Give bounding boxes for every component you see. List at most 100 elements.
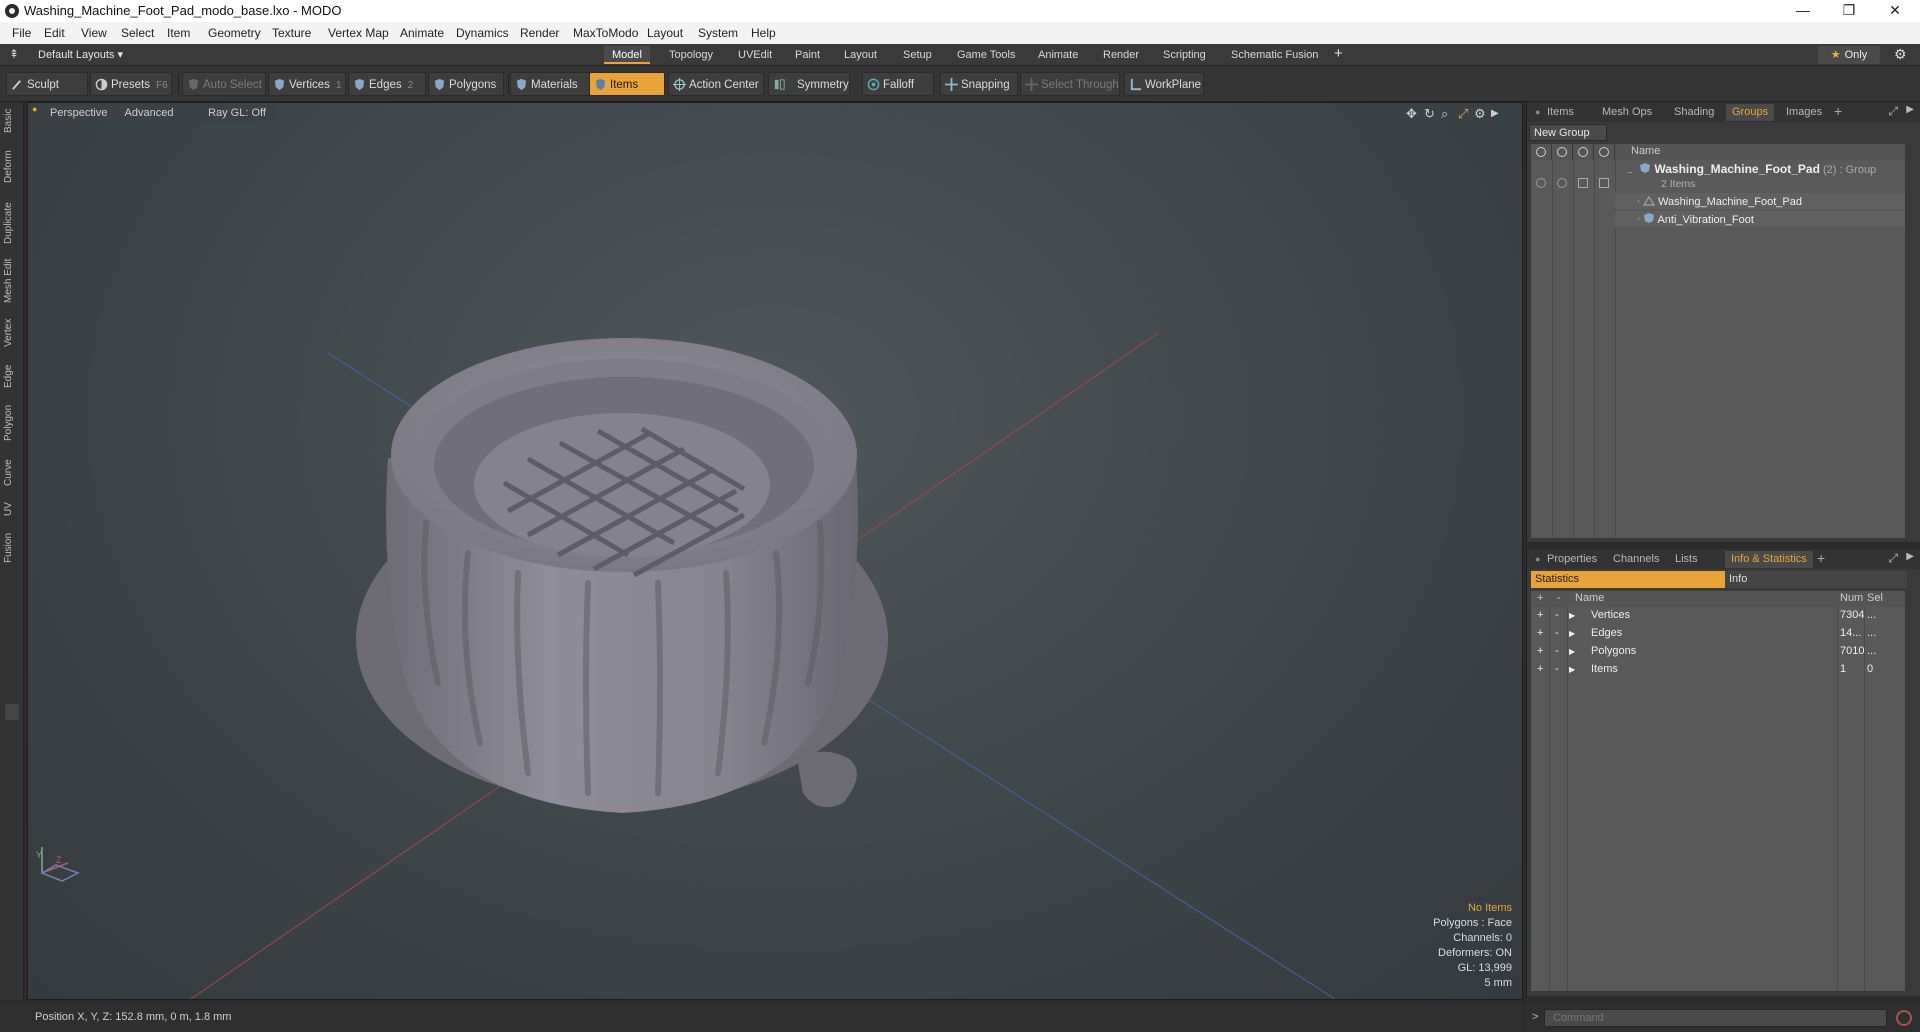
perspective-dropdown[interactable]: Perspective	[40, 105, 118, 121]
expand-arrow-icon[interactable]: ▶	[1569, 665, 1575, 674]
tab-render[interactable]: Render	[1095, 46, 1147, 64]
group-render-toggle[interactable]	[1557, 178, 1567, 188]
tab-game-tools[interactable]: Game Tools	[949, 46, 1024, 64]
panel-expand-icon[interactable]: ⤢	[1888, 104, 1898, 119]
table-row[interactable]: + - ▶ Vertices 7304 ...	[1531, 607, 1905, 625]
vtab-mesh-edit[interactable]: Mesh Edit	[3, 256, 21, 306]
items-button[interactable]: Items	[589, 72, 665, 96]
select-column-header[interactable]	[1594, 144, 1615, 160]
group-select-checkbox[interactable]	[1599, 178, 1609, 188]
table-row[interactable]: + - ▶ Polygons 7010 ...	[1531, 643, 1905, 661]
expand-arrow-icon[interactable]: ▶	[1569, 629, 1575, 638]
advanced-dropdown[interactable]: Advanced	[108, 105, 190, 121]
name-column-header[interactable]: Name	[1631, 145, 1660, 157]
fit-view-icon[interactable]: ⤢	[1458, 106, 1468, 122]
add-icon[interactable]: +	[1537, 645, 1543, 657]
menu-item[interactable]: Item	[167, 26, 190, 40]
vtab-duplicate[interactable]: Duplicate	[3, 198, 21, 248]
zoom-view-icon[interactable]: ⌕	[1441, 106, 1448, 122]
panel-arrow-icon[interactable]: ▶	[1906, 551, 1914, 562]
presets-button[interactable]: Presets F6	[90, 72, 172, 96]
tab-paint[interactable]: Paint	[787, 46, 828, 64]
expand-arrow-icon[interactable]: ▶	[1569, 611, 1575, 620]
menu-render[interactable]: Render	[520, 26, 559, 40]
menu-texture[interactable]: Texture	[272, 26, 311, 40]
tab-setup[interactable]: Setup	[895, 46, 940, 64]
gear-icon[interactable]: ⚙	[1894, 46, 1907, 63]
remove-icon[interactable]: -	[1555, 645, 1559, 657]
num-column-header[interactable]: Num	[1840, 592, 1863, 604]
tab-scripting[interactable]: Scripting	[1155, 46, 1214, 64]
menu-layout[interactable]: Layout	[647, 26, 683, 40]
viewport-menu-icon[interactable]: ●	[32, 104, 37, 114]
maximize-button[interactable]: ❐	[1826, 0, 1872, 22]
list-item[interactable]: ⸱ Anti_Vibration_Foot	[1637, 212, 1754, 227]
raygl-dropdown[interactable]: Ray GL: Off	[196, 105, 278, 121]
remove-icon[interactable]: -	[1555, 663, 1559, 675]
menu-maxtomodo[interactable]: MaxToModo	[573, 26, 638, 40]
command-history-icon[interactable]	[1896, 1010, 1912, 1026]
sculpt-button[interactable]: Sculpt	[6, 72, 88, 96]
materials-button[interactable]: Materials	[510, 72, 590, 96]
symmetry-button[interactable]: Symmetry	[768, 72, 850, 96]
menu-file[interactable]: File	[12, 26, 31, 40]
vtab-vertex[interactable]: Vertex	[3, 314, 21, 352]
lock-column-header[interactable]	[1573, 144, 1594, 160]
group-visibility-toggle[interactable]	[1536, 178, 1546, 188]
add-icon[interactable]: +	[1537, 609, 1543, 621]
vtab-uv[interactable]: UV	[3, 498, 21, 520]
workplane-button[interactable]: WorkPlane	[1124, 72, 1204, 96]
minimize-button[interactable]: —	[1780, 0, 1826, 22]
snapping-button[interactable]: Snapping	[940, 72, 1018, 96]
add-icon[interactable]: +	[1537, 627, 1543, 639]
tab-topology[interactable]: Topology	[661, 46, 721, 64]
visibility-column-header[interactable]	[1531, 144, 1552, 160]
viewport-settings-icon[interactable]: ⚙	[1474, 106, 1486, 122]
menu-animate[interactable]: Animate	[400, 26, 444, 40]
tab-lists[interactable]: Lists	[1669, 551, 1704, 568]
falloff-button[interactable]: Falloff	[862, 72, 934, 96]
tab-animate[interactable]: Animate	[1030, 46, 1086, 64]
viewport-expand-icon[interactable]: ▶	[1491, 108, 1499, 119]
add-tab-icon[interactable]: +	[1334, 45, 1343, 62]
menu-view[interactable]: View	[81, 26, 107, 40]
add-panel-tab-icon[interactable]: +	[1834, 103, 1842, 119]
move-view-icon[interactable]: ✥	[1406, 106, 1417, 122]
action-center-button[interactable]: Action Center	[668, 72, 764, 96]
tab-items[interactable]: Items	[1541, 104, 1580, 121]
list-item[interactable]: ⸱ Washing_Machine_Foot_Pad	[1637, 194, 1802, 209]
tab-info-statistics[interactable]: Info & Statistics	[1725, 551, 1813, 568]
menu-dynamics[interactable]: Dynamics	[456, 26, 509, 40]
menu-help[interactable]: Help	[751, 26, 776, 40]
table-row[interactable]: + - ▶ Items 1 0	[1531, 661, 1905, 679]
vtab-polygon[interactable]: Polygon	[3, 400, 21, 446]
tab-layout[interactable]: Layout	[836, 46, 885, 64]
sel-column-header[interactable]: Sel	[1867, 592, 1883, 604]
statistics-subtab[interactable]: Statistics	[1531, 571, 1725, 588]
menu-vertex-map[interactable]: Vertex Map	[328, 26, 389, 40]
tab-schematic-fusion[interactable]: Schematic Fusion	[1223, 46, 1326, 64]
name-column-header[interactable]: Name	[1575, 592, 1604, 604]
vtab-deform[interactable]: Deform	[3, 146, 21, 188]
info-subtab[interactable]: Info	[1725, 571, 1907, 588]
close-button[interactable]: ✕	[1872, 0, 1918, 22]
render-column-header[interactable]	[1552, 144, 1573, 160]
auto-select-button[interactable]: Auto Select	[182, 72, 266, 96]
tab-images[interactable]: Images	[1780, 104, 1828, 121]
panel-arrow-icon[interactable]: ▶	[1906, 104, 1914, 115]
tab-model[interactable]: Model	[604, 46, 650, 64]
expand-all-icon[interactable]: +	[1537, 592, 1543, 604]
select-through-button[interactable]: Select Through	[1020, 72, 1120, 96]
polygons-button[interactable]: Polygons	[428, 72, 504, 96]
edges-button[interactable]: Edges 2	[348, 72, 426, 96]
expand-arrow-icon[interactable]: ▶	[1569, 647, 1575, 656]
vtab-edge[interactable]: Edge	[3, 360, 21, 392]
menu-select[interactable]: Select	[121, 26, 154, 40]
remove-icon[interactable]: -	[1555, 609, 1559, 621]
menu-edit[interactable]: Edit	[44, 26, 65, 40]
tab-properties[interactable]: Properties	[1541, 551, 1603, 568]
tab-channels[interactable]: Channels	[1607, 551, 1665, 568]
layout-dropdown[interactable]: Default Layouts ▾	[38, 48, 123, 61]
group-collapse-icon[interactable]: −	[1627, 168, 1633, 179]
vtab-basic[interactable]: Basic	[3, 106, 21, 136]
